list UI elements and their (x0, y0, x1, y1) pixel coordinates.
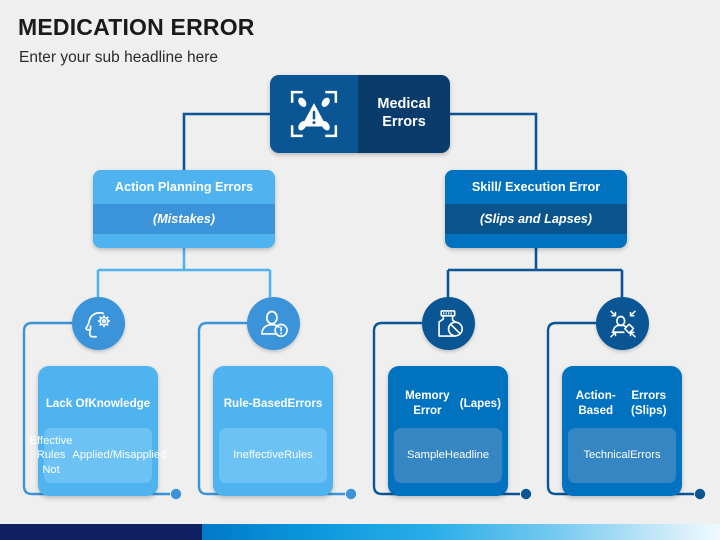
root-icon-pane (270, 75, 358, 153)
leaf-card-subtitle: Ineffective Rules (219, 428, 327, 483)
icon-circle-memory-error[interactable] (422, 297, 475, 350)
icon-circle-rule-based-errors[interactable] (247, 297, 300, 350)
leaf-card-title: Lack Of Knowledge (45, 396, 151, 410)
root-node-medical-errors[interactable]: Medical Errors (270, 75, 450, 153)
branch-title: Action Planning Errors (93, 170, 275, 204)
leaf-card-lack-of-knowledge[interactable]: Lack Of Knowledge Effective Rules Not Appl… (30, 366, 166, 496)
branch-title: Skill/ Execution Error (445, 170, 627, 204)
branch-footer-strip (93, 234, 275, 248)
leaf-card-title: Action-Based Errors (Slips) (575, 389, 667, 417)
leaf-card-subtitle: Effective Rules Not Applied/Misapplied (30, 428, 166, 483)
bottom-bar-gradient-segment (201, 524, 720, 540)
leaf-card-action-based-errors[interactable]: Action-Based Errors (Slips) Technical Erro… (562, 366, 682, 496)
medical-error-warning-icon (290, 90, 338, 138)
head-gear-icon (84, 311, 110, 338)
leaf-card-title: Memory Error (Lapes) (405, 389, 501, 417)
bottom-bar-navy-segment (0, 524, 202, 540)
person-arrows-icon (609, 310, 636, 337)
leaf-card-rule-based-errors[interactable]: Rule-Based Errors Ineffective Rules (213, 366, 333, 496)
bottom-accent-bar (0, 524, 720, 540)
slide-canvas: MEDICATION ERROR Enter your sub headline… (0, 0, 720, 540)
person-alert-icon (260, 310, 288, 337)
branch-subtitle: (Slips and Lapses) (445, 204, 627, 234)
pill-bottle-icon (437, 309, 463, 337)
leaf-card-memory-error[interactable]: Memory Error (Lapes) Sample Headline (388, 366, 508, 496)
branch-skill-execution-error[interactable]: Skill/ Execution Error (Slips and Lapses… (445, 170, 627, 248)
icon-circle-lack-of-knowledge[interactable] (72, 297, 125, 350)
leaf-card-title: Rule-Based Errors (223, 396, 323, 410)
leaf-card-subtitle: Sample Headline (394, 428, 502, 483)
branch-action-planning-errors[interactable]: Action Planning Errors (Mistakes) (93, 170, 275, 248)
icon-circle-action-based-errors[interactable] (596, 297, 649, 350)
leaf-card-subtitle: Technical Errors (568, 428, 676, 483)
root-label-pane: Medical Errors (358, 75, 450, 153)
branch-subtitle: (Mistakes) (93, 204, 275, 234)
branch-footer-strip (445, 234, 627, 248)
root-label: Medical Errors (377, 96, 431, 130)
